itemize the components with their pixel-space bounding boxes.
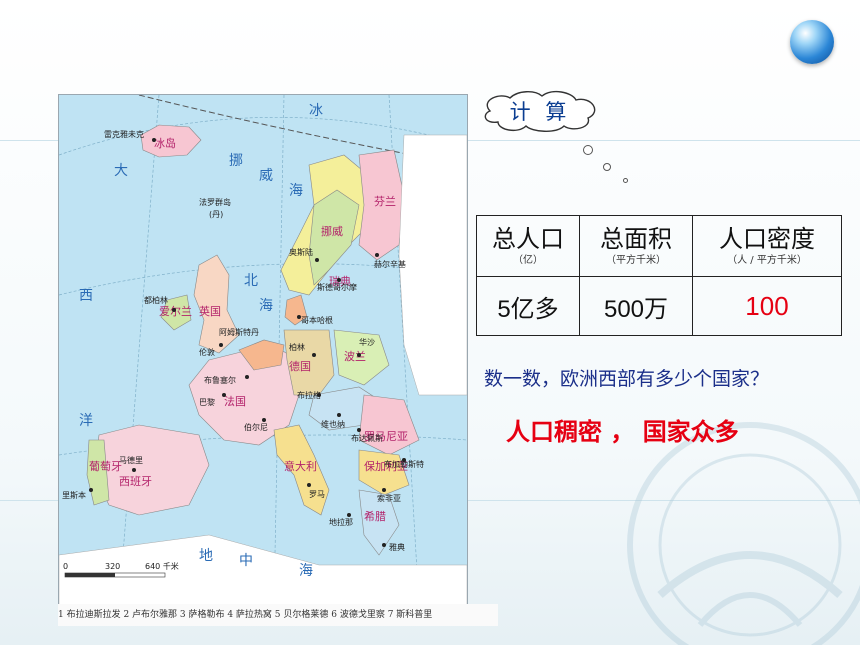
svg-text:索非亚: 索非亚 — [377, 493, 401, 503]
header-total-population: 总人口 （亿） — [476, 215, 580, 277]
svg-text:奥斯陆: 奥斯陆 — [289, 247, 313, 257]
svg-text:布达佩斯: 布达佩斯 — [351, 433, 383, 443]
bubble-dot — [583, 145, 593, 155]
sea-label: 威 — [259, 168, 273, 184]
svg-text:伦敦: 伦敦 — [199, 347, 215, 357]
svg-text:维也纳: 维也纳 — [321, 419, 345, 429]
sea-label: 地 — [199, 548, 213, 564]
svg-text:(丹): (丹) — [209, 210, 223, 219]
header-population-density: 人口密度 （人 / 平方千米） — [692, 215, 842, 277]
sea-label: 海 — [299, 563, 313, 579]
table-row: 5亿多 500万 100 — [476, 276, 842, 336]
svg-text:里斯本: 里斯本 — [62, 490, 86, 500]
population-density-value: 100 — [692, 276, 842, 336]
answer-text: 人口稠密 ， 国家众多 — [506, 418, 739, 446]
country-label: 挪威 — [321, 224, 343, 238]
svg-text:0: 0 — [63, 562, 68, 571]
svg-text:斯德哥尔摩: 斯德哥尔摩 — [317, 282, 357, 292]
svg-text:马德里: 马德里 — [119, 455, 143, 465]
svg-text:640 千米: 640 千米 — [145, 561, 179, 571]
svg-text:罗马: 罗马 — [309, 490, 325, 499]
svg-text:赫尔辛基: 赫尔辛基 — [374, 259, 406, 269]
sea-label: 大 — [114, 163, 128, 179]
country-label: 芬兰 — [374, 195, 396, 208]
map-footnote: 1 布拉迪斯拉发 2 卢布尔雅那 3 萨格勒布 4 萨拉热窝 5 贝尔格莱德 6… — [58, 604, 498, 626]
header-total-area: 总面积 （平方千米） — [579, 215, 693, 277]
country-label: 意大利 — [284, 459, 317, 473]
sea-label: 北 — [244, 273, 258, 289]
country-label: 德国 — [289, 359, 311, 373]
svg-text:地拉那: 地拉那 — [329, 517, 353, 527]
sea-label: 挪 — [229, 153, 243, 169]
country-label: 葡萄牙 — [89, 460, 122, 473]
svg-text:伯尔尼: 伯尔尼 — [244, 422, 268, 432]
population-stats-table: 总人口 （亿） 总面积 （平方千米） 人口密度 （人 / 平方千米） 5亿多 5… — [476, 215, 842, 336]
country-label: 爱尔兰 — [159, 305, 192, 318]
svg-text:哥本哈根: 哥本哈根 — [301, 315, 333, 325]
svg-text:雅典: 雅典 — [389, 542, 405, 552]
bubble-text: 计 算 — [509, 100, 571, 124]
total-area-value: 500万 — [579, 276, 693, 336]
europe-map-svg: 大 西 洋 北 海 挪 威 海 地 中 海 冰 冰岛 挪威 瑞典 芬兰 英国 爱… — [59, 95, 467, 605]
country-label: 冰岛 — [154, 136, 176, 150]
bubble-dot — [603, 163, 611, 171]
country-label: 法国 — [224, 394, 246, 408]
country-label: 希腊 — [364, 509, 386, 523]
country-label: 英国 — [199, 304, 221, 318]
svg-text:柏林: 柏林 — [289, 342, 305, 352]
sea-label: 冰 — [309, 103, 323, 119]
question-text: 数一数，欧洲西部有多少个国家？ — [484, 368, 770, 390]
sea-label: 中 — [239, 553, 253, 569]
svg-text:布鲁塞尔: 布鲁塞尔 — [204, 375, 236, 385]
svg-text:阿姆斯特丹: 阿姆斯特丹 — [219, 327, 259, 337]
sea-label: 海 — [259, 298, 273, 314]
svg-text:雷克雅未克: 雷克雅未克 — [104, 129, 144, 139]
globe-icon — [790, 20, 834, 64]
country-label: 波兰 — [344, 350, 366, 363]
total-population-value: 5亿多 — [476, 276, 580, 336]
svg-text:布拉格: 布拉格 — [297, 390, 321, 400]
svg-text:巴黎: 巴黎 — [199, 397, 215, 407]
svg-text:法罗群岛: 法罗群岛 — [199, 197, 231, 207]
svg-text:华沙: 华沙 — [359, 337, 375, 347]
svg-text:都柏林: 都柏林 — [144, 295, 168, 305]
country-label: 西班牙 — [119, 475, 152, 488]
sea-label: 海 — [289, 183, 303, 199]
sea-label: 洋 — [79, 413, 93, 429]
sea-label: 西 — [79, 288, 93, 304]
bubble-dot — [623, 178, 628, 183]
svg-text:320: 320 — [105, 562, 120, 571]
svg-text:布加勒斯特: 布加勒斯特 — [384, 459, 424, 469]
table-header-row: 总人口 （亿） 总面积 （平方千米） 人口密度 （人 / 平方千米） — [476, 215, 842, 277]
europe-map: 大 西 洋 北 海 挪 威 海 地 中 海 冰 冰岛 挪威 瑞典 芬兰 英国 爱… — [58, 94, 468, 606]
